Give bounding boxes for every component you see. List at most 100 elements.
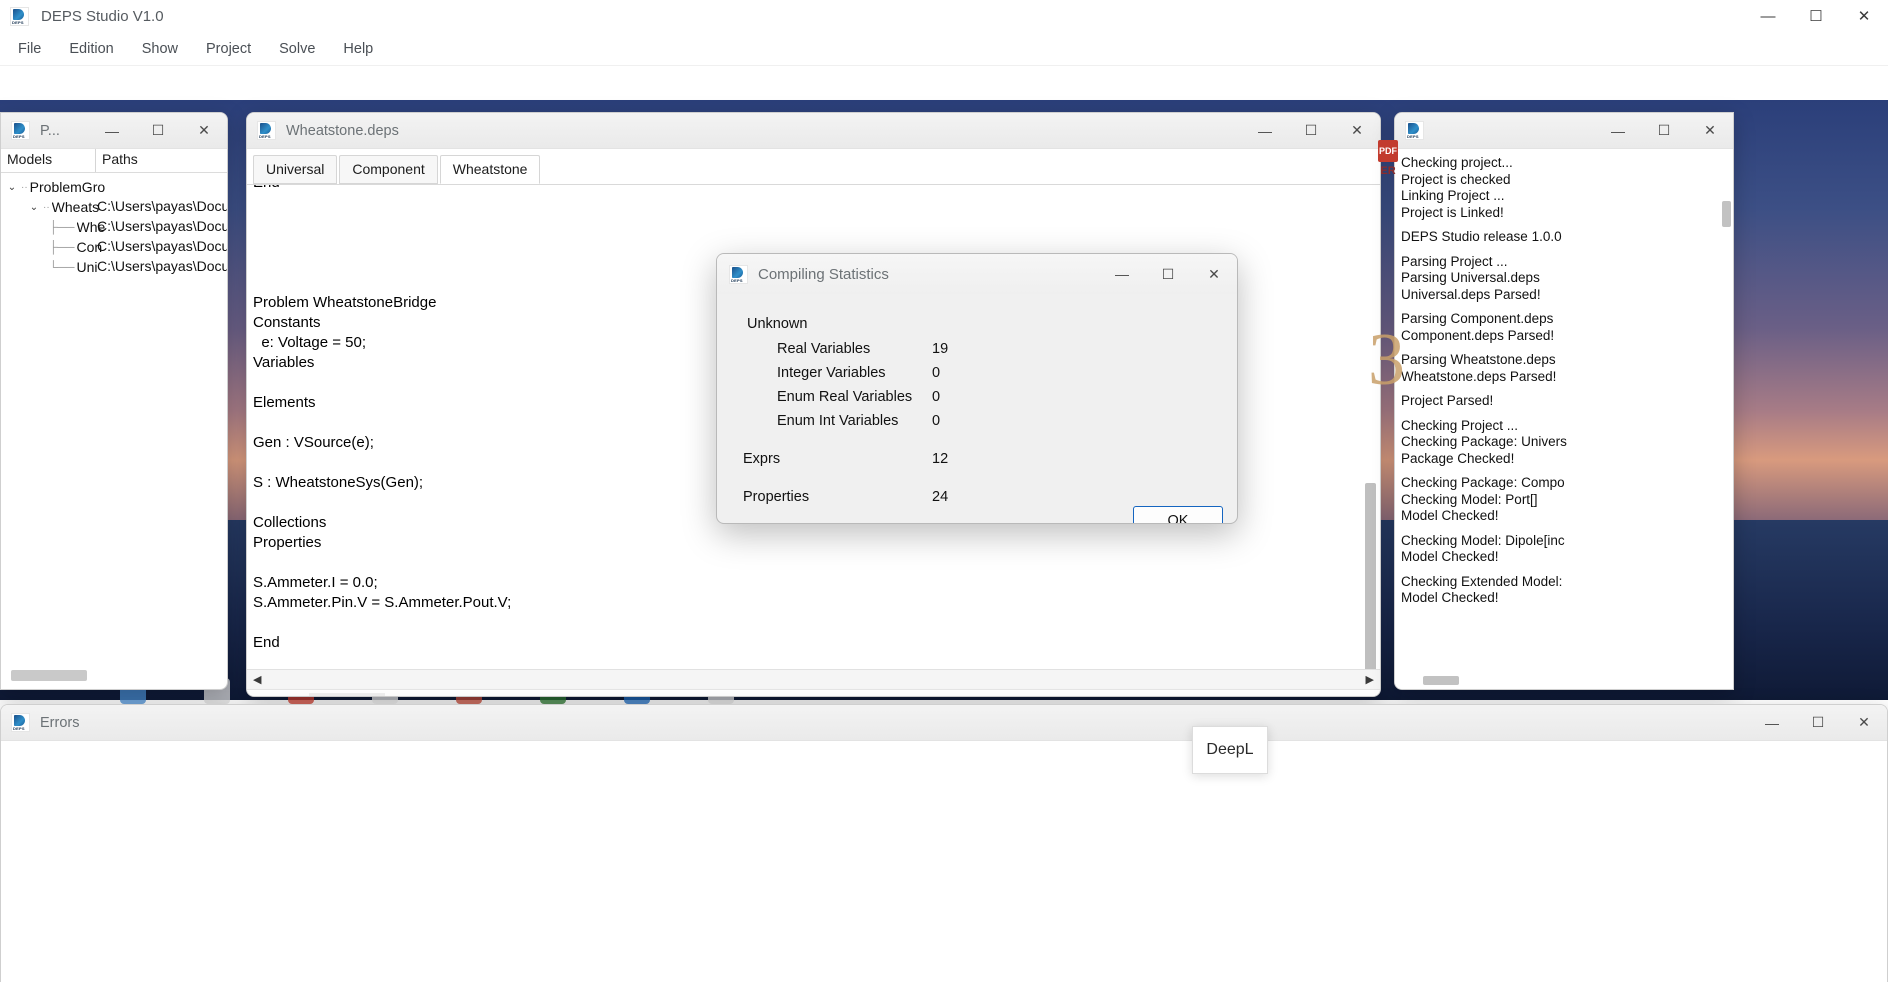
log-line: Model Checked! <box>1401 590 1499 605</box>
chevron-down-icon[interactable]: ⌄ <box>27 202 41 213</box>
editor-close-button[interactable]: ✕ <box>1334 113 1380 149</box>
deepl-popup[interactable]: DeepL <box>1192 726 1268 774</box>
column-header-models[interactable]: Models <box>1 149 96 172</box>
tree-node-wheatstone[interactable]: ⌄ ·· Wheats C:\Users\payas\Docun <box>1 197 227 217</box>
log-line: Checking Model: Port[] <box>1401 491 1538 507</box>
errors-close-button[interactable]: ✕ <box>1841 705 1887 741</box>
tree-node-component-file[interactable]: ├── Con C:\Users\payas\Docun <box>1 237 227 257</box>
project-panel-controls: — ☐ ✕ <box>89 113 227 149</box>
deps-logo-icon <box>11 121 30 140</box>
scroll-left-arrow-icon[interactable]: ◀ <box>253 673 261 686</box>
project-minimize-button[interactable]: — <box>89 113 135 149</box>
tree-node-problem-group[interactable]: ⌄ ·· ProblemGro <box>1 177 227 197</box>
stat-label: Integer Variables <box>777 365 886 381</box>
errors-maximize-button[interactable]: ☐ <box>1795 705 1841 741</box>
log-line: Universal.deps Parsed! <box>1401 286 1541 302</box>
errors-minimize-button[interactable]: — <box>1749 705 1795 741</box>
editor-vertical-scrollbar[interactable] <box>1365 483 1376 669</box>
log-title-bar: — ☐ ✕ <box>1395 113 1733 149</box>
stat-row-enum-real-variables: Enum Real Variables 0 <box>717 385 1237 409</box>
tree-node-label: Wheats <box>51 199 100 215</box>
menu-item-solve[interactable]: Solve <box>267 36 327 62</box>
dialog-close-button[interactable]: ✕ <box>1191 254 1237 294</box>
log-close-button[interactable]: ✕ <box>1687 113 1733 149</box>
ok-button[interactable]: OK <box>1133 506 1223 523</box>
log-line: DEPS Studio release 1.0.0 <box>1401 229 1562 244</box>
log-spacer <box>1401 566 1725 574</box>
tree-node-universal-file[interactable]: └── Uni C:\Users\payas\Docun <box>1 257 227 277</box>
errors-list-area[interactable] <box>1 741 1887 982</box>
scroll-right-arrow-icon[interactable]: ▶ <box>1366 673 1374 686</box>
menu-item-edition[interactable]: Edition <box>57 36 125 62</box>
tab-component[interactable]: Component <box>339 155 438 184</box>
log-spacer <box>1401 467 1725 475</box>
log-line: Parsing Project ... <box>1401 253 1508 269</box>
log-spacer <box>1401 385 1725 393</box>
tab-universal[interactable]: Universal <box>253 155 338 184</box>
menu-item-help[interactable]: Help <box>331 36 385 62</box>
log-output-area[interactable]: Checking project... Project is checked Lin… <box>1395 149 1733 689</box>
tree-node-wheatstone-file[interactable]: ├── Whe C:\Users\payas\Docun <box>1 217 227 237</box>
dialog-maximize-button[interactable]: ☐ <box>1145 254 1191 294</box>
stat-label: Exprs <box>743 451 781 467</box>
log-vertical-scrollbar[interactable] <box>1722 201 1731 227</box>
log-line: Checking Model: Dipole[inc <box>1401 532 1565 548</box>
menu-item-file[interactable]: File <box>6 36 53 62</box>
log-horizontal-scrollbar[interactable] <box>1423 676 1459 685</box>
deps-logo-icon <box>729 264 748 284</box>
log-line: Project is Linked! <box>1401 204 1504 220</box>
editor-status-text: Loaded <box>309 693 386 696</box>
log-line: Checking project... <box>1401 155 1513 170</box>
log-window-controls: — ☐ ✕ <box>1595 113 1733 149</box>
minimize-button[interactable]: — <box>1744 0 1792 32</box>
editor-horizontal-scrollbar[interactable]: ◀ ▶ <box>247 669 1380 689</box>
tree-elbow-icon: ├── <box>49 240 75 254</box>
editor-window-controls: — ☐ ✕ <box>1242 113 1380 149</box>
editor-minimize-button[interactable]: — <box>1242 113 1288 149</box>
tree-node-path: C:\Users\payas\Docun <box>97 238 227 254</box>
maximize-button[interactable]: ☐ <box>1792 0 1840 32</box>
dialog-minimize-button[interactable]: — <box>1099 254 1145 294</box>
log-line: Wheatstone.deps Parsed! <box>1401 368 1557 384</box>
log-line: Parsing Wheatstone.deps <box>1401 352 1556 367</box>
tree-connector: ·· <box>21 181 28 193</box>
code-text[interactable]: End Problem WheatstoneBridge Constants e… <box>253 185 511 653</box>
stat-value: 0 <box>932 365 941 381</box>
editor-status-bar: Loaded <box>247 689 1380 696</box>
compiling-statistics-dialog: Compiling Statistics — ☐ ✕ Unknown Real … <box>716 253 1238 524</box>
log-spacer <box>1401 410 1725 418</box>
stat-label: Properties <box>743 489 810 505</box>
menu-item-show[interactable]: Show <box>130 36 190 62</box>
log-minimize-button[interactable]: — <box>1595 113 1641 149</box>
errors-window-controls: — ☐ ✕ <box>1749 705 1887 741</box>
stat-value: 0 <box>932 389 941 405</box>
editor-tab-bar: Universal Component Wheatstone <box>247 149 1380 184</box>
log-line: Checking Project ... <box>1401 417 1519 433</box>
log-maximize-button[interactable]: ☐ <box>1641 113 1687 149</box>
tab-wheatstone[interactable]: Wheatstone <box>439 155 541 184</box>
errors-title: Errors <box>40 714 80 731</box>
chevron-down-icon[interactable]: ⌄ <box>5 182 19 193</box>
deps-logo-icon <box>10 6 29 26</box>
project-panel-title: P... <box>40 122 60 139</box>
tree-node-path: C:\Users\payas\Docun <box>97 218 227 234</box>
log-line: Component.deps Parsed! <box>1401 327 1555 343</box>
stat-label: Real Variables <box>777 341 871 357</box>
project-maximize-button[interactable]: ☐ <box>135 113 181 149</box>
main-title-bar: DEPS Studio V1.0 — ☐ ✕ <box>0 0 1888 32</box>
log-spacer <box>1401 344 1725 352</box>
column-header-paths[interactable]: Paths <box>96 149 144 172</box>
menu-item-project[interactable]: Project <box>194 36 263 62</box>
tree-node-path: C:\Users\payas\Docun <box>97 258 227 274</box>
log-spacer <box>1401 221 1725 229</box>
project-close-button[interactable]: ✕ <box>181 113 227 149</box>
log-line: Model Checked! <box>1401 508 1499 523</box>
project-horizontal-scrollbar[interactable] <box>11 670 87 681</box>
close-button[interactable]: ✕ <box>1840 0 1888 32</box>
stats-group-label: Unknown <box>747 316 808 332</box>
stat-label: Enum Int Variables <box>777 413 899 429</box>
main-window-controls: — ☐ ✕ <box>1744 0 1888 32</box>
log-line: Checking Extended Model: <box>1401 573 1563 589</box>
log-line: Parsing Universal.deps <box>1401 270 1540 285</box>
editor-maximize-button[interactable]: ☐ <box>1288 113 1334 149</box>
